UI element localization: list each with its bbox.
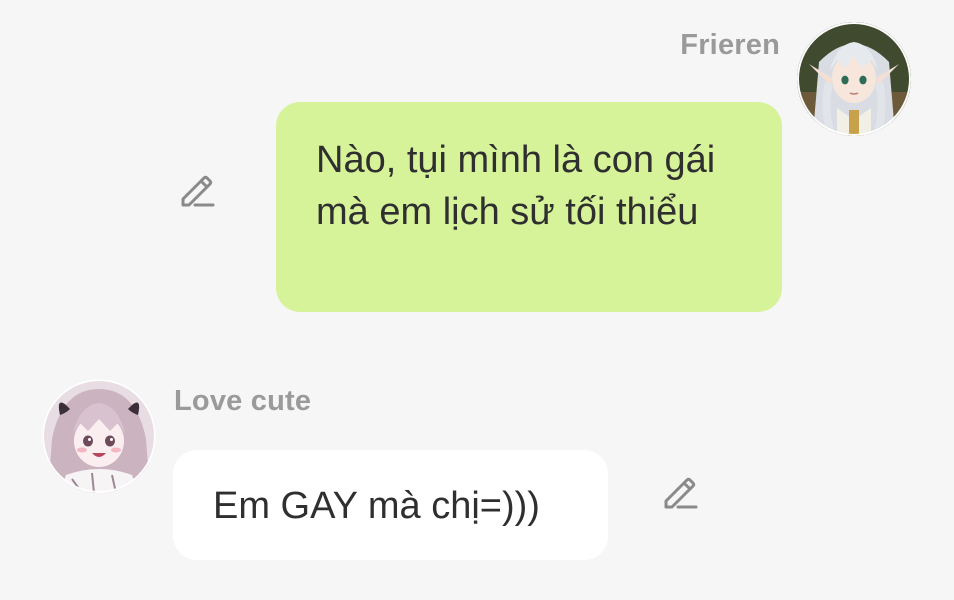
sender-name-love-cute: Love cute: [174, 385, 312, 417]
message-bubble-received[interactable]: Em GAY mà chị=))): [173, 450, 608, 560]
chat-view: Frieren Nào, tụi mình là con gái mà em l…: [0, 0, 954, 600]
edit-pencil-icon[interactable]: [658, 471, 700, 513]
message-bubble-sent[interactable]: Nào, tụi mình là con gái mà em lịch sử t…: [276, 102, 782, 312]
sender-name-frieren: Frieren: [680, 29, 780, 61]
edit-pencil-icon[interactable]: [175, 169, 217, 211]
love-cute-avatar-icon[interactable]: [42, 379, 156, 493]
frieren-avatar-icon[interactable]: [797, 22, 911, 136]
